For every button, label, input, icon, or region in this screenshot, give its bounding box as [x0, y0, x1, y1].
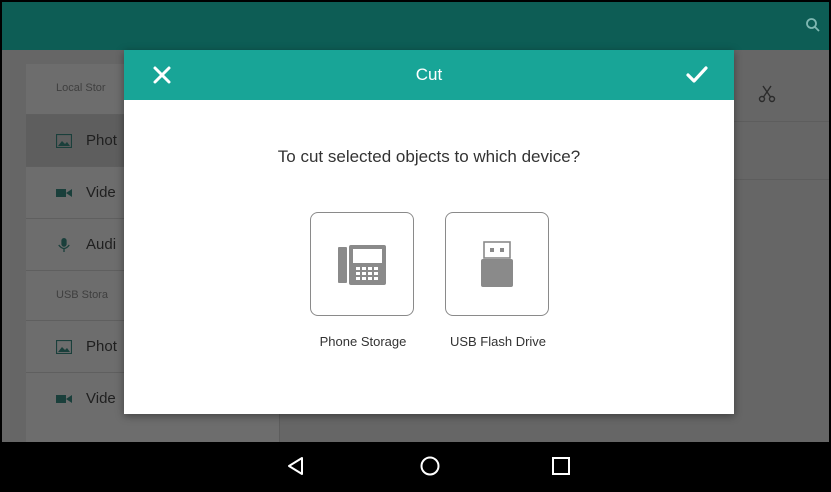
app-header: [2, 2, 829, 50]
search-icon[interactable]: [805, 17, 821, 33]
desk-phone-icon: [338, 245, 386, 285]
dialog-question: To cut selected objects to which device?: [277, 147, 581, 166]
device-tile[interactable]: [310, 212, 414, 316]
device-label: Phone Storage: [319, 334, 407, 349]
sidebar-item-label: Audi: [86, 236, 117, 253]
check-icon[interactable]: [686, 65, 708, 85]
usb-flash-drive-option[interactable]: USB Flash Drive: [445, 212, 551, 349]
usb-drive-icon: [481, 241, 513, 287]
sidebar-item-label: Phot: [86, 338, 117, 355]
recent-apps-icon[interactable]: [550, 455, 572, 477]
dialog-title: Cut: [415, 65, 443, 84]
video-icon: [56, 188, 72, 197]
cut-dialog: Cut To cut selected objects to which dev…: [124, 50, 734, 414]
home-icon[interactable]: [419, 455, 441, 477]
phone-storage-option[interactable]: Phone Storage: [310, 212, 416, 349]
device-tile[interactable]: [445, 212, 549, 316]
device-label: USB Flash Drive: [449, 334, 547, 349]
back-icon[interactable]: [285, 455, 307, 477]
screen-frame: Local Stor Phot Vide Audi USB Stora Phot: [0, 0, 831, 492]
sidebar-item-label: Vide: [86, 390, 116, 407]
image-icon: [56, 133, 72, 148]
navigation-bar: [2, 442, 829, 490]
microphone-icon: [58, 237, 70, 252]
sidebar-item-label: Vide: [86, 184, 116, 201]
scissors-icon[interactable]: [757, 84, 777, 104]
image-icon: [56, 339, 72, 354]
dialog-header: Cut: [124, 50, 734, 100]
video-icon: [56, 394, 72, 403]
sidebar-item-label: Phot: [86, 132, 117, 149]
